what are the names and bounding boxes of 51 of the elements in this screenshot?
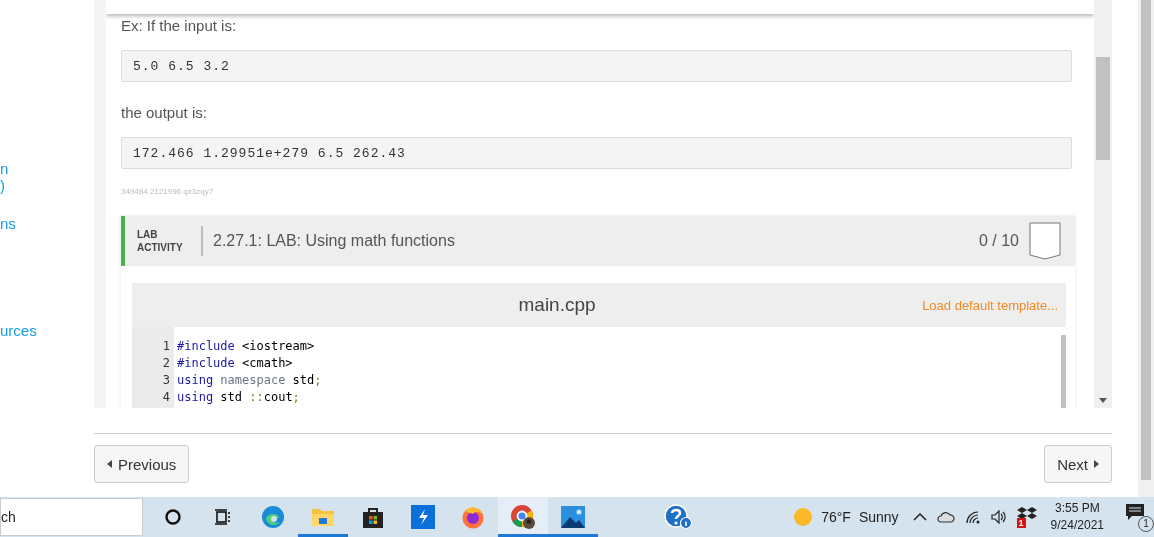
scrollbar[interactable] [1138, 0, 1154, 497]
help-icon[interactable] [663, 504, 694, 530]
lightning-app-icon[interactable] [411, 505, 436, 529]
scrollbar-thumb[interactable] [1096, 57, 1110, 160]
scrollbar-thumb[interactable] [1141, 0, 1151, 480]
shopping-bag-icon[interactable] [362, 506, 385, 528]
volume-icon[interactable] [990, 510, 1007, 524]
chrome-browser-icon[interactable] [510, 504, 537, 530]
caret-icon [107, 460, 112, 468]
folder-icon[interactable] [311, 507, 336, 527]
file-name: main.cpp [517, 294, 597, 316]
clock-date[interactable]: 9/24/2021 [1050, 517, 1104, 534]
scrollbar[interactable] [1094, 0, 1112, 408]
scrollbar[interactable] [1061, 335, 1066, 408]
line-number: 3 [161, 372, 171, 387]
sun-icon [793, 507, 814, 527]
code-line: #include <cmath> [176, 355, 293, 370]
activity-tag: LAB ACTIVITY [137, 228, 193, 254]
line-number: 1 [161, 338, 171, 353]
code-line: #include <iostream> [176, 338, 315, 353]
circle-icon[interactable] [164, 508, 183, 526]
task-view-icon[interactable] [214, 509, 233, 525]
search-field[interactable]: ch [0, 498, 144, 536]
intro-text: Ex: If the input is: [121, 17, 238, 35]
lab-title: 2.27.1: LAB: Using math functions [213, 232, 456, 250]
content-id: 349484.2121996.qx3zqy7 [121, 187, 215, 196]
notification-count: 1 [1138, 516, 1154, 532]
previous-button[interactable]: Previous [94, 445, 190, 483]
wifi-icon[interactable] [964, 510, 981, 524]
line-number: 4 [161, 389, 171, 404]
notifications-icon[interactable] [1124, 502, 1146, 522]
caret-icon [1094, 460, 1099, 468]
firefox-browser-icon[interactable] [461, 505, 486, 529]
code-line: using namespace std; [176, 372, 322, 387]
cloud-icon[interactable] [936, 511, 955, 523]
temperature-text: 76°F [821, 509, 851, 525]
chevron-up-icon[interactable] [912, 513, 927, 521]
scroll-down-icon[interactable] [1098, 398, 1108, 404]
photos-icon[interactable] [561, 506, 586, 528]
score-text: 0 / 10 [978, 232, 1019, 250]
taskbar-button[interactable] [498, 497, 549, 537]
clock-time[interactable]: 3:55 PM [1054, 500, 1100, 517]
output-label: the output is: [121, 104, 208, 122]
code-line: using std ::cout; [176, 389, 300, 404]
notification-badge: 1 [1016, 518, 1026, 528]
next-button[interactable]: Next [1044, 445, 1112, 483]
weather-text: Sunny [858, 509, 899, 525]
code-editor[interactable]: 1 #include <iostream> 2 #include <cmath> 3 using namespace std; 4 using std ::cout; [132, 327, 1066, 408]
edge-browser-icon[interactable] [261, 505, 286, 529]
line-number: 2 [161, 355, 171, 370]
sample-output: 172.466 1.29951e+279 6.5 262.43 [121, 137, 1072, 169]
